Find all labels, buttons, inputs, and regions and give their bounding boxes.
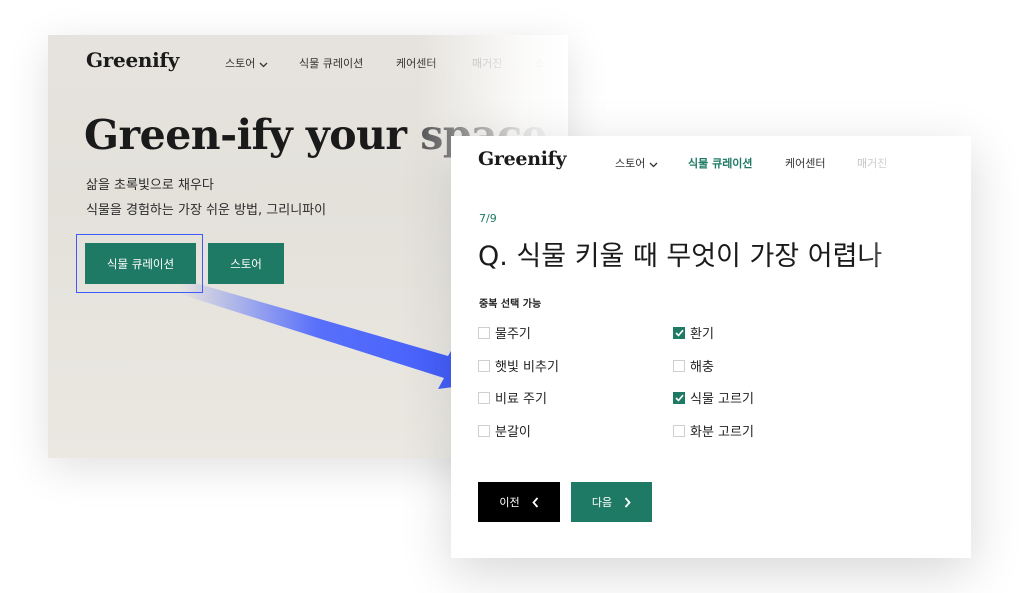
hero-subtitle-2: 식물을 경험하는 가장 쉬운 방법, 그리니파이 (86, 203, 327, 218)
option-label: 비료 주기 (495, 392, 547, 407)
nav-item-store[interactable]: 스토어 (615, 155, 658, 171)
checkbox[interactable] (673, 424, 685, 437)
check-icon (674, 394, 684, 402)
nav-item-more[interactable]: 소 (535, 55, 545, 71)
option-pests[interactable]: 해충 (673, 356, 714, 375)
question-progress: 7/9 (479, 212, 497, 225)
next-label: 다음 (591, 496, 613, 509)
option-sunlight[interactable]: 햇빛 비추기 (478, 356, 559, 375)
option-repotting[interactable]: 분갈이 (478, 421, 531, 440)
nav-item-curation[interactable]: 식물 큐레이션 (299, 55, 363, 71)
checkbox-checked[interactable] (673, 326, 685, 339)
prev-label: 이전 (499, 496, 520, 509)
chevron-left-icon (531, 496, 539, 508)
nav-item-magazine[interactable]: 매거진 (472, 55, 502, 71)
nav-item-care-center[interactable]: 케어센터 (396, 55, 436, 71)
option-label: 식물 고르기 (690, 392, 754, 407)
option-watering[interactable]: 물주기 (478, 323, 531, 342)
next-button[interactable]: 다음 (571, 482, 652, 522)
nav-item-care-center[interactable]: 케어센터 (785, 155, 825, 171)
nav-label: 스토어 (225, 57, 256, 70)
checkbox[interactable] (673, 359, 685, 372)
chevron-down-icon (649, 158, 658, 171)
option-fertilizing[interactable]: 비료 주기 (478, 388, 547, 407)
chevron-right-icon (624, 496, 631, 508)
hero-subtitle-1: 삶을 초록빛으로 채우다 (86, 178, 214, 193)
logo[interactable]: Greenify (86, 48, 179, 72)
option-label: 환기 (690, 327, 714, 342)
checkbox[interactable] (478, 359, 490, 372)
question-title: Q. 식물 키울 때 무엇이 가장 어렵나 (478, 241, 883, 272)
logo[interactable]: Greenify (478, 148, 567, 170)
curation-quiz-panel: Greenify 스토어 식물 큐레이션 케어센터 매거진 7/9 Q. 식물 … (451, 136, 971, 558)
option-label: 햇빛 비추기 (495, 360, 559, 375)
nav-label: 스토어 (615, 157, 646, 170)
nav-item-magazine[interactable]: 매거진 (857, 155, 887, 171)
multi-select-label: 중복 선택 가능 (479, 299, 542, 310)
arrow-icon (180, 280, 484, 389)
chevron-down-icon (259, 58, 268, 71)
check-icon (674, 329, 684, 337)
store-button[interactable]: 스토어 (208, 243, 284, 284)
option-label: 물주기 (495, 327, 531, 342)
option-choosing-pot[interactable]: 화분 고르기 (673, 421, 754, 440)
nav-item-store[interactable]: 스토어 (225, 55, 268, 71)
prev-button[interactable]: 이전 (478, 482, 560, 522)
option-choosing-plant[interactable]: 식물 고르기 (673, 388, 754, 407)
checkbox[interactable] (478, 391, 490, 404)
checkbox-checked[interactable] (673, 391, 685, 404)
nav-item-curation[interactable]: 식물 큐레이션 (688, 155, 753, 171)
option-label: 화분 고르기 (690, 425, 754, 440)
option-label: 분갈이 (495, 425, 531, 440)
checkbox[interactable] (478, 326, 490, 339)
hero-title-main: Green-ify your (84, 111, 421, 159)
checkbox[interactable] (478, 424, 490, 437)
option-ventilation[interactable]: 환기 (673, 323, 714, 342)
option-label: 해충 (690, 360, 714, 375)
